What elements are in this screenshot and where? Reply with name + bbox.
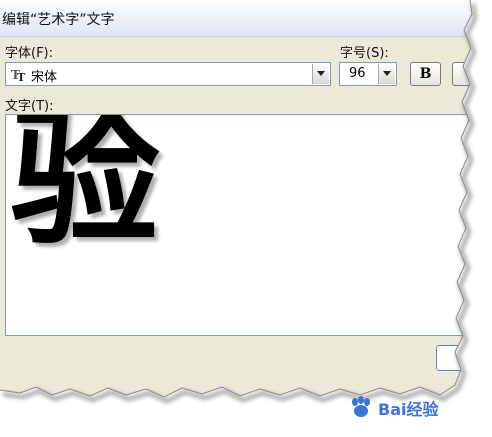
text-value: 验 xyxy=(10,114,161,266)
italic-button[interactable] xyxy=(452,62,470,86)
size-select[interactable]: 96 xyxy=(339,62,397,86)
bold-button[interactable]: B xyxy=(410,62,441,86)
ok-button[interactable] xyxy=(436,345,466,371)
size-dropdown-button[interactable] xyxy=(378,64,395,84)
font-value: 宋体 xyxy=(31,70,58,85)
text-input[interactable]: 验 xyxy=(5,114,470,336)
baidu-paw-icon xyxy=(352,396,370,417)
text-label: 文字(T): xyxy=(5,99,54,114)
svg-text:T: T xyxy=(17,71,26,82)
title-bar[interactable]: 编辑“艺术字”文字 xyxy=(0,0,470,37)
font-label: 字体(F): xyxy=(5,46,54,61)
watermark-text: Bai经验 xyxy=(378,400,439,419)
truetype-font-icon: T T xyxy=(11,68,26,82)
size-label: 字号(S): xyxy=(340,46,389,61)
edit-wordart-dialog: 编辑“艺术字”文字 字体(F): 字号(S): T T 宋体 96 B 文字(T… xyxy=(0,0,470,395)
font-select[interactable]: T T 宋体 xyxy=(5,62,331,86)
baidu-jingyan-watermark: Bai经验 xyxy=(346,394,476,420)
font-dropdown-button[interactable] xyxy=(312,64,329,84)
size-value: 96 xyxy=(349,66,366,81)
dialog-title: 编辑“艺术字”文字 xyxy=(2,12,115,28)
